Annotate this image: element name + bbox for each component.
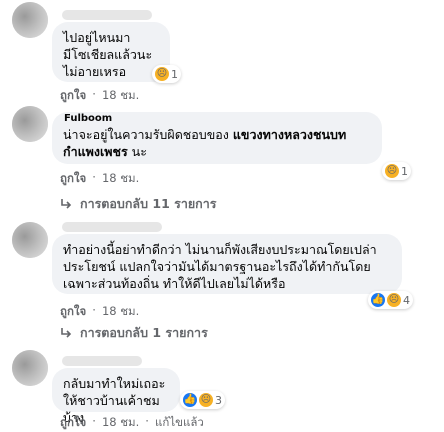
reaction-count: 3 — [215, 393, 222, 407]
sad-icon: ☹ — [385, 164, 399, 178]
comment-actions: ถูกใจ · 18 ชม. — [60, 303, 139, 321]
dot-separator: · — [92, 414, 96, 428]
comment-bubble: กลับมาทำใหม่เถอะ ให้ชาวบ้านเค้าชมบ้าง — [52, 368, 180, 425]
author-name[interactable]: Fulboom Hippiman — [64, 113, 164, 122]
avatar[interactable] — [12, 106, 48, 142]
comment-line: ไม่อายเหรอ — [63, 64, 127, 79]
reply-arrow-icon — [61, 199, 72, 209]
sad-icon: ☹ — [199, 393, 213, 407]
avatar[interactable] — [12, 2, 48, 38]
reply-arrow-icon — [61, 328, 72, 338]
dot-separator: · — [92, 87, 96, 101]
view-replies-link[interactable]: การตอบกลับ 1 รายการ — [60, 323, 208, 343]
author-name-blurred[interactable] — [62, 10, 152, 20]
avatar[interactable] — [12, 222, 48, 258]
reaction-summary[interactable]: 👍 ☹ 4 — [368, 291, 413, 309]
like-link[interactable]: ถูกใจ — [60, 87, 86, 105]
comment-line: มีโซเชียลแล้วนะ — [63, 47, 153, 62]
reaction-summary[interactable]: ☹ 1 — [152, 65, 181, 83]
reaction-count: 1 — [401, 164, 408, 178]
view-replies-link[interactable]: การตอบกลับ 11 รายการ — [60, 194, 216, 214]
reaction-summary[interactable]: 👍 ☹ 3 — [180, 391, 225, 409]
timestamp[interactable]: 18 ชม. — [102, 414, 139, 432]
comment-line: กลับมาทำใหม่เถอะ — [63, 376, 166, 391]
like-icon: 👍 — [371, 293, 385, 307]
dot-separator: · — [92, 170, 96, 184]
comment-text: ทำอย่างนี้อย่าทำดีกว่า ไม่นานก็พังเสียงบ… — [63, 242, 377, 291]
timestamp[interactable]: 18 ชม. — [102, 87, 139, 105]
avatar[interactable] — [12, 350, 48, 386]
comment-actions: ถูกใจ · 18 ชม. · แก้ไขแล้ว — [60, 414, 204, 432]
author-name-blurred[interactable] — [62, 356, 142, 366]
comment-actions: ถูกใจ · 18 ชม. — [60, 170, 139, 188]
comment-bubble: ทำอย่างนี้อย่าทำดีกว่า ไม่นานก็พังเสียงบ… — [52, 234, 402, 294]
reaction-count: 1 — [171, 67, 178, 81]
reaction-count: 4 — [403, 293, 410, 307]
like-icon: 👍 — [183, 393, 197, 407]
replies-label: การตอบกลับ 1 รายการ — [80, 325, 208, 340]
dot-separator: · — [145, 414, 149, 428]
sad-icon: ☹ — [387, 293, 401, 307]
like-link[interactable]: ถูกใจ — [60, 170, 86, 188]
author-name-blurred[interactable] — [62, 222, 162, 232]
dot-separator: · — [92, 303, 96, 317]
reaction-summary[interactable]: ☹ 1 — [382, 162, 411, 180]
comment-text-prefix: น่าจะอยู่ในความรับผิดชอบของ — [63, 127, 233, 142]
sad-icon: ☹ — [155, 67, 169, 81]
comment-text-suffix: นะ — [127, 144, 147, 159]
like-link[interactable]: ถูกใจ — [60, 303, 86, 321]
comment-actions: ถูกใจ · 18 ชม. — [60, 87, 139, 105]
timestamp[interactable]: 18 ชม. — [102, 170, 139, 188]
timestamp[interactable]: 18 ชม. — [102, 303, 139, 321]
edited-label: แก้ไขแล้ว — [154, 415, 204, 429]
comment-text: น่าจะอยู่ในความรับผิดชอบของ แขวงทางหลวงช… — [63, 126, 371, 160]
like-link[interactable]: ถูกใจ — [60, 414, 86, 432]
comment-line: ไปอยู่ไหนมา — [63, 30, 131, 45]
replies-label: การตอบกลับ 11 รายการ — [80, 196, 217, 211]
